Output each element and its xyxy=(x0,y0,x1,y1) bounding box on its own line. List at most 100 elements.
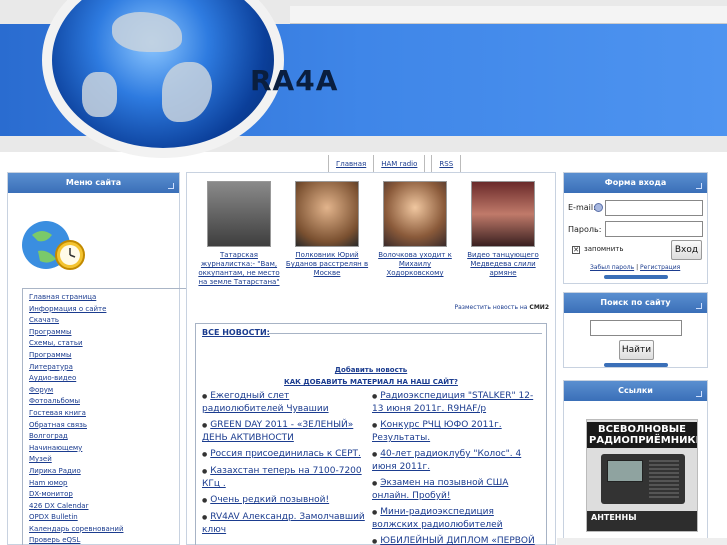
news-item[interactable]: ● Мини-радиоэкспедиция волжских радиолюби… xyxy=(372,506,542,531)
news-item-title[interactable]: Казахстан теперь на 7100-7200 КГц . xyxy=(202,466,362,489)
menu-item[interactable]: Схемы, статьи xyxy=(29,338,186,350)
news-column-left: ● Ежегодный слет радиолюбителей Чувашии ● G… xyxy=(202,390,372,540)
remember-checkbox[interactable]: ✕ xyxy=(572,246,580,254)
thumb-photo[interactable] xyxy=(295,181,359,247)
nav-home-link[interactable]: Главная xyxy=(332,155,370,173)
menu-item[interactable]: Лирика Радио xyxy=(29,466,186,478)
news-item-title[interactable]: Экзамен на позывной США онлайн. Пробуй! xyxy=(372,478,508,501)
menu-item[interactable]: Календарь соревнований xyxy=(29,524,186,536)
news-item-title[interactable]: GREEN DAY 2011 - «ЗЕЛЕНЫЙ» ДЕНЬ АКТИВНОС… xyxy=(202,420,353,443)
news-item[interactable]: ● Экзамен на позывной США онлайн. Пробуй! xyxy=(372,477,542,502)
thumb-photo[interactable] xyxy=(383,181,447,247)
menu-item[interactable]: Музей xyxy=(29,454,186,466)
search-button[interactable]: Найти xyxy=(619,340,654,360)
password-field[interactable] xyxy=(605,221,703,237)
bullet-icon: ● xyxy=(372,451,378,458)
smi2-link[interactable]: Разместить новость на СМИ2 xyxy=(455,304,549,311)
news-item-title[interactable]: Радиоэкспедиция "STALKER" 12-13 июня 201… xyxy=(372,391,533,414)
radio-receiver-image xyxy=(601,454,685,504)
remember-label: запомнить xyxy=(584,245,624,253)
nav-rss-link[interactable]: RSS xyxy=(435,155,457,173)
menu-item[interactable]: Аудио-видео xyxy=(29,373,186,385)
menu-item[interactable]: Программы xyxy=(29,327,186,339)
thumb-caption[interactable]: Видео танцующего Медведева слили армяне xyxy=(459,251,547,278)
news-item-title[interactable]: Очень редкий позывной! xyxy=(210,495,329,505)
password-label: Пароль: xyxy=(568,225,602,234)
news-item[interactable]: ● Конкурс РЧЦ ЮФО 2011г. Результаты. xyxy=(372,419,542,444)
menu-item[interactable]: Обратная связь xyxy=(29,420,186,432)
thumb-caption[interactable]: Полковник Юрий Буданов расстрелян в Моск… xyxy=(283,251,371,278)
news-thumb[interactable]: Полковник Юрий Буданов расстрелян в Моск… xyxy=(283,179,371,287)
news-item-title[interactable]: Конкурс РЧЦ ЮФО 2011г. Результаты. xyxy=(372,420,502,443)
horizontal-scrollbar[interactable] xyxy=(557,538,727,545)
thumb-photo[interactable] xyxy=(207,181,271,247)
add-news-link[interactable]: Добавить новость xyxy=(196,366,546,374)
menu-item[interactable]: 426 DX Calendar xyxy=(29,501,186,513)
help-icon[interactable] xyxy=(594,202,603,213)
news-thumbnails: Татарская журналистка:- "Вам, оккупантам… xyxy=(195,179,555,287)
bullet-icon: ● xyxy=(202,422,208,429)
menu-item[interactable]: Информация о сайте xyxy=(29,304,186,316)
menu-item[interactable]: Ham юмор xyxy=(29,478,186,490)
menu-item[interactable]: Форум xyxy=(29,385,186,397)
menu-item[interactable]: Программы xyxy=(29,350,186,362)
login-button[interactable]: Вход xyxy=(671,240,702,260)
how-to-add-link[interactable]: КАК ДОБАВИТЬ МАТЕРИАЛ НА НАШ САЙТ? xyxy=(196,378,546,386)
top-navigation: Главная HAM radio RSS xyxy=(325,155,464,173)
news-item-title[interactable]: Ежегодный слет радиолюбителей Чувашии xyxy=(202,391,329,414)
menu-item[interactable]: Начинающему xyxy=(29,443,186,455)
thumb-caption[interactable]: Волочкова уходит к Михаилу Ходорковскому xyxy=(371,251,459,278)
news-item[interactable]: ●ЮБИЛЕЙНЫЙ ДИПЛОМ «ПЕРВОЙ ГРАЖДАНСКОЙ РА… xyxy=(372,535,542,545)
thumb-photo[interactable] xyxy=(471,181,535,247)
news-item[interactable]: ● GREEN DAY 2011 - «ЗЕЛЕНЫЙ» ДЕНЬ АКТИВНО… xyxy=(202,419,372,444)
news-item-title[interactable]: RV4AV Александр. Замолчавший ключ xyxy=(202,512,365,535)
links-panel-title: Ссылки xyxy=(564,381,707,401)
ad-title: ВСЕВОЛНОВЫЕ РАДИОПРИЁМНИКИ xyxy=(587,422,698,448)
panel-footer-bar xyxy=(604,275,668,279)
globe-clock-icon xyxy=(22,221,85,270)
forgot-password-link[interactable]: Забыл пароль xyxy=(590,264,634,271)
login-panel-title: Форма входа xyxy=(564,173,707,193)
menu-item[interactable]: Волгоград xyxy=(29,431,186,443)
news-column-right: ● Радиоэкспедиция "STALKER" 12-13 июня 20… xyxy=(372,390,542,545)
news-thumb[interactable]: Татарская журналистка:- "Вам, оккупантам… xyxy=(195,179,283,287)
all-news-link[interactable]: ВСЕ НОВОСТИ: xyxy=(202,328,270,337)
menu-item[interactable]: DX-монитор xyxy=(29,489,186,501)
news-item[interactable]: ● Россия присоединилась к СЕРТ. xyxy=(202,448,372,461)
bullet-icon: ● xyxy=(202,393,208,400)
search-panel: Поиск по сайту Найти xyxy=(563,292,708,368)
news-item-title[interactable]: Мини-радиоэкспедиция волжских радиолюбит… xyxy=(372,507,503,530)
menu-item[interactable]: Проверь eQSL xyxy=(29,535,186,545)
menu-item[interactable]: Литература xyxy=(29,362,186,374)
menu-item[interactable]: Главная страница xyxy=(29,292,186,304)
nav-ham-radio-link[interactable]: HAM radio xyxy=(377,155,421,173)
news-item[interactable]: ● Ежегодный слет радиолюбителей Чувашии xyxy=(202,390,372,415)
news-thumb[interactable]: Волочкова уходит к Михаилу Ходорковскому xyxy=(371,179,459,287)
bullet-icon: ● xyxy=(372,538,378,545)
news-box: ВСЕ НОВОСТИ: Добавить новость КАК ДОБАВИ… xyxy=(195,323,547,545)
news-item[interactable]: ● RV4AV Александр. Замолчавший ключ xyxy=(202,511,372,536)
site-logo-text[interactable]: RA4A xyxy=(250,64,338,97)
menu-item[interactable]: Гостевая книга xyxy=(29,408,186,420)
bullet-icon: ● xyxy=(372,480,378,487)
news-item[interactable]: ● 40-лет радиоклубу "Колос". 4 июня 2011г… xyxy=(372,448,542,473)
menu-item[interactable]: Скачать xyxy=(29,315,186,327)
news-item-title[interactable]: Россия присоединилась к СЕРТ. xyxy=(210,449,361,459)
bullet-icon: ● xyxy=(372,422,378,429)
bullet-icon: ● xyxy=(202,497,208,504)
menu-item[interactable]: Фотоальбомы xyxy=(29,396,186,408)
thumb-caption[interactable]: Татарская журналистка:- "Вам, оккупантам… xyxy=(195,251,283,287)
panel-footer-bar xyxy=(604,363,668,367)
news-thumb[interactable]: Видео танцующего Медведева слили армяне xyxy=(459,179,547,287)
news-item[interactable]: ● Очень редкий позывной! xyxy=(202,494,372,507)
news-item[interactable]: ● Казахстан теперь на 7100-7200 КГц . xyxy=(202,465,372,490)
news-item-title[interactable]: ЮБИЛЕЙНЫЙ ДИПЛОМ «ПЕРВОЙ ГРАЖДАНСКОЙ РАД… xyxy=(372,536,535,545)
news-item-title[interactable]: 40-лет радиоклубу "Колос". 4 июня 2011г. xyxy=(372,449,521,472)
menu-item[interactable]: OPDX Bulletin xyxy=(29,512,186,524)
register-link[interactable]: Регистрация xyxy=(640,264,680,271)
radio-receivers-banner[interactable]: ВСЕВОЛНОВЫЕ РАДИОПРИЁМНИКИ АНТЕННЫ xyxy=(586,419,698,532)
search-input[interactable] xyxy=(590,320,682,336)
email-field[interactable] xyxy=(605,200,703,216)
news-item[interactable]: ● Радиоэкспедиция "STALKER" 12-13 июня 20… xyxy=(372,390,542,415)
bullet-icon: ● xyxy=(202,451,208,458)
